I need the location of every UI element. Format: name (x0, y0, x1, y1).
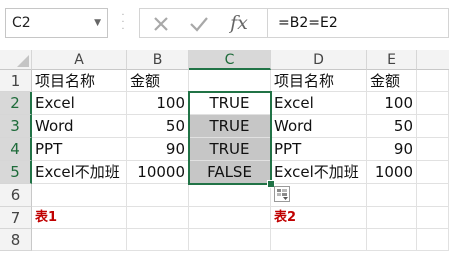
cell-a4[interactable]: PPT (32, 138, 127, 161)
cancel-icon[interactable] (146, 9, 176, 37)
row-header-2[interactable]: 2 (0, 92, 32, 115)
cell-b6[interactable] (127, 184, 189, 207)
cell-d2[interactable]: Excel (271, 92, 367, 115)
cell-e1[interactable]: 金额 (367, 70, 417, 92)
name-box[interactable]: C2 ▼ (5, 8, 108, 38)
row-header-6[interactable]: 6 (0, 184, 32, 207)
select-all-corner[interactable] (0, 50, 32, 70)
row-header-8[interactable]: 8 (0, 229, 32, 251)
cell-b1[interactable]: 金额 (127, 70, 189, 92)
cell-b2[interactable]: 100 (127, 92, 189, 115)
row-header-4[interactable]: 4 (0, 138, 32, 161)
cell-e2[interactable]: 100 (367, 92, 417, 115)
cell-c3[interactable]: TRUE (189, 115, 271, 138)
cell-c8[interactable] (189, 229, 271, 251)
cell-f3[interactable] (417, 115, 449, 138)
cell-f5[interactable] (417, 161, 449, 184)
cell-f8[interactable] (417, 229, 449, 251)
cell-d5[interactable]: Excel不加班 (271, 161, 367, 184)
cell-d3[interactable]: Word (271, 115, 367, 138)
cell-c5[interactable]: FALSE (189, 161, 271, 184)
column-header-e[interactable]: E (367, 50, 417, 70)
cell-f2[interactable] (417, 92, 449, 115)
column-header-b[interactable]: B (127, 50, 189, 70)
cell-f7[interactable] (417, 207, 449, 229)
formula-icons: fx (139, 8, 267, 38)
cell-a6[interactable] (32, 184, 127, 207)
quick-analysis-icon[interactable] (274, 186, 290, 202)
cell-e6[interactable] (367, 184, 417, 207)
cell-a1[interactable]: 项目名称 (32, 70, 127, 92)
cell-e7[interactable] (367, 207, 417, 229)
row-header-1[interactable]: 1 (0, 70, 32, 92)
cell-a7[interactable]: 表1 (32, 207, 127, 229)
row-header-3[interactable]: 3 (0, 115, 32, 138)
cell-a8[interactable] (32, 229, 127, 251)
column-header-f[interactable] (417, 50, 449, 70)
cell-c4[interactable]: TRUE (189, 138, 271, 161)
cell-b3[interactable]: 50 (127, 115, 189, 138)
cell-f6[interactable] (417, 184, 449, 207)
enter-icon[interactable] (184, 9, 214, 37)
cell-a2[interactable]: Excel (32, 92, 127, 115)
cell-b7[interactable] (127, 207, 189, 229)
cell-c1[interactable] (189, 70, 271, 92)
cell-e5[interactable]: 1000 (367, 161, 417, 184)
cell-d7[interactable]: 表2 (271, 207, 367, 229)
row-header-7[interactable]: 7 (0, 207, 32, 229)
cell-f1[interactable] (417, 70, 449, 92)
cell-a5[interactable]: Excel不加班 (32, 161, 127, 184)
cell-b8[interactable] (127, 229, 189, 251)
drag-handle-icon[interactable]: · · · (121, 11, 125, 35)
cell-c6[interactable] (189, 184, 271, 207)
cell-b4[interactable]: 90 (127, 138, 189, 161)
chevron-down-icon[interactable]: ▼ (94, 9, 101, 37)
formula-input[interactable]: =B2=E2 (267, 8, 449, 38)
cell-c2[interactable]: TRUE (189, 92, 271, 115)
name-box-value: C2 (12, 15, 31, 31)
row-header-5[interactable]: 5 (0, 161, 32, 184)
insert-function-icon[interactable]: fx (222, 9, 256, 37)
cell-d8[interactable] (271, 229, 367, 251)
cell-c7[interactable] (189, 207, 271, 229)
column-header-c[interactable]: C (189, 50, 271, 70)
cell-e4[interactable]: 90 (367, 138, 417, 161)
cell-d4[interactable]: PPT (271, 138, 367, 161)
cell-a3[interactable]: Word (32, 115, 127, 138)
cell-b5[interactable]: 10000 (127, 161, 189, 184)
column-header-a[interactable]: A (32, 50, 127, 70)
cell-d1[interactable]: 项目名称 (271, 70, 367, 92)
cell-f4[interactable] (417, 138, 449, 161)
cell-e3[interactable]: 50 (367, 115, 417, 138)
formula-bar: C2 ▼ · · · fx =B2=E2 (0, 0, 449, 48)
cell-e8[interactable] (367, 229, 417, 251)
column-header-d[interactable]: D (271, 50, 367, 70)
